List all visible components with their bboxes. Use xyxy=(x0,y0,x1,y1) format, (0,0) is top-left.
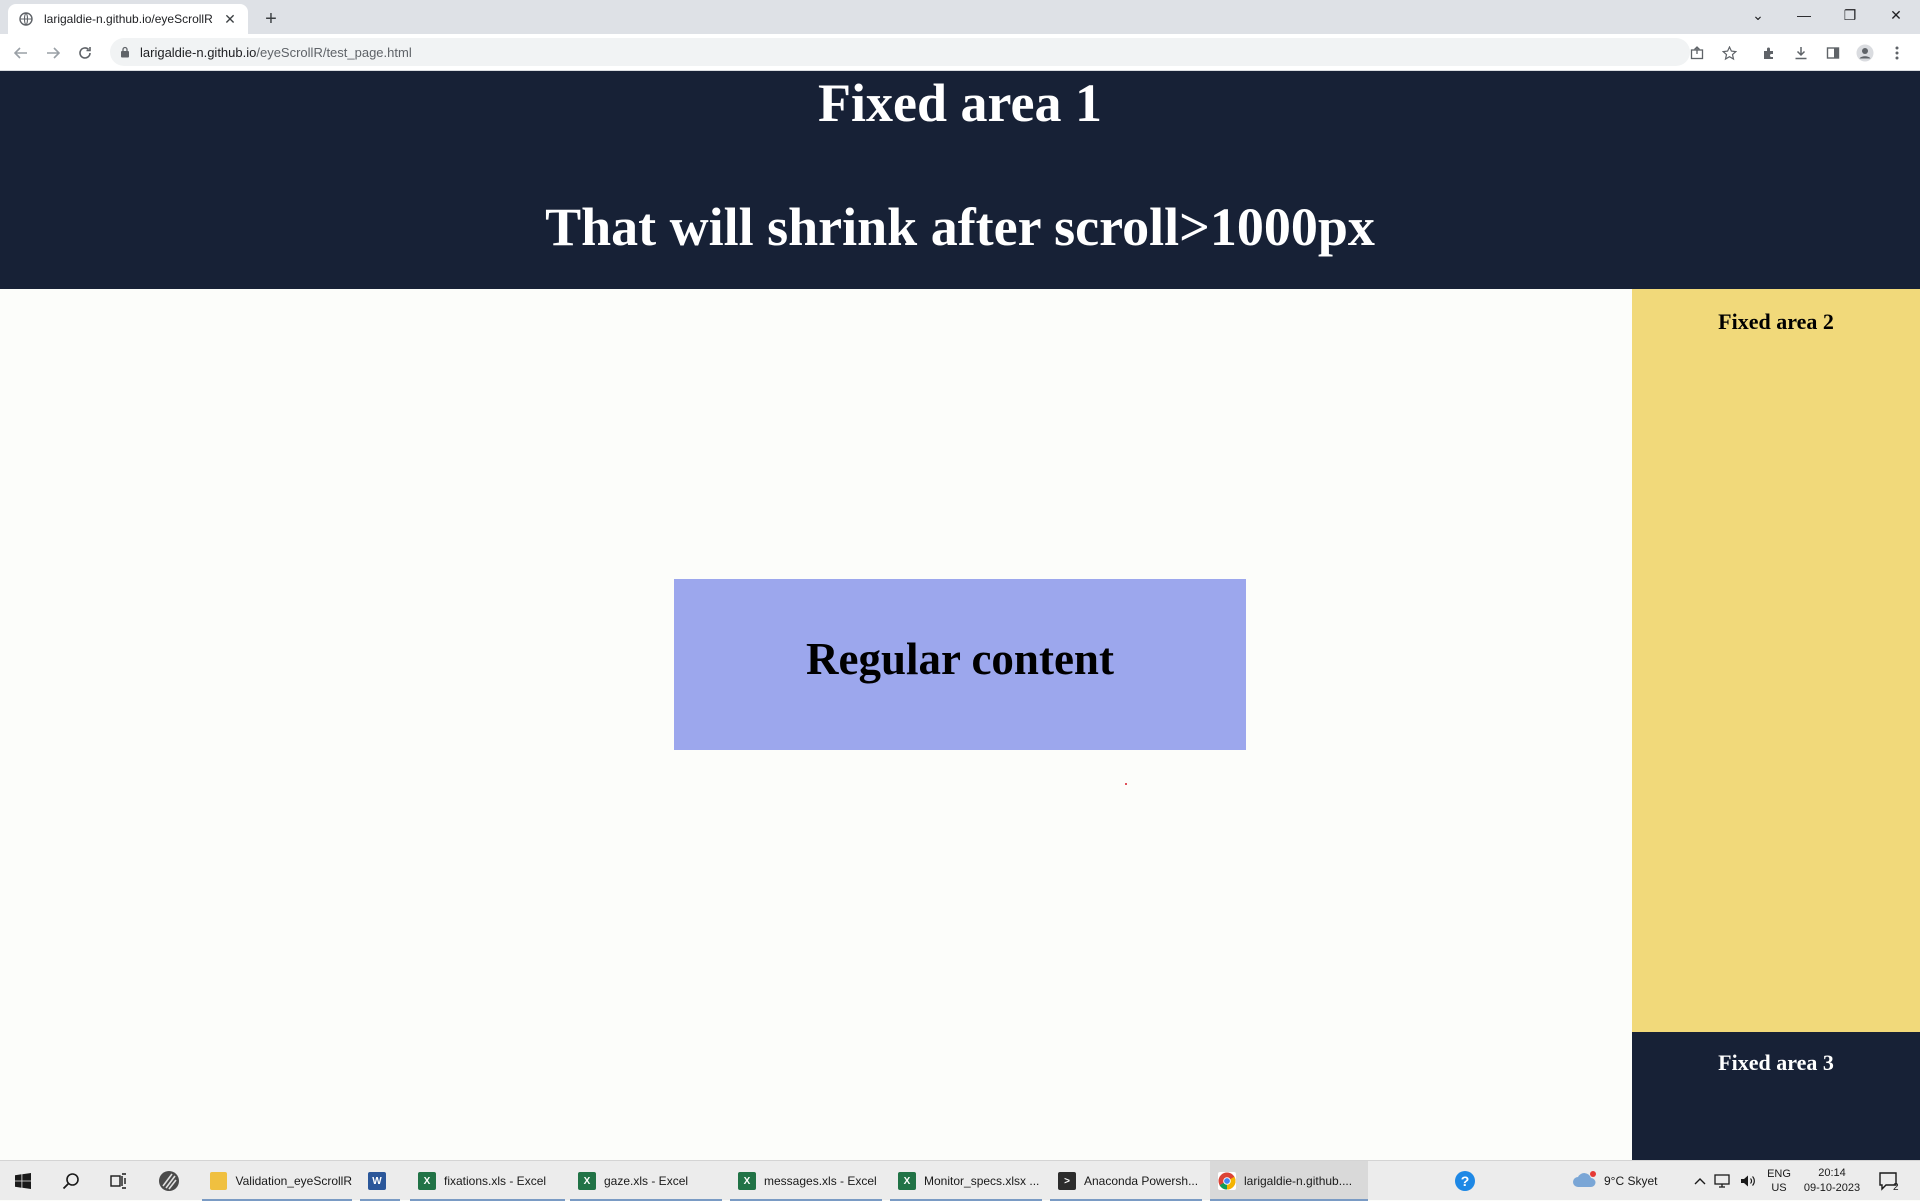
terminal-icon: > xyxy=(1058,1172,1076,1190)
weather-text: 9°C Skyet xyxy=(1604,1174,1658,1188)
language-text: ENG xyxy=(1767,1168,1791,1180)
notification-count: 2 xyxy=(1893,1182,1899,1191)
url-host: larigaldie-n.github.io xyxy=(140,44,257,60)
reload-button[interactable] xyxy=(72,40,98,66)
windows-taskbar: Validation_eyeScrollR W X fixations.xls … xyxy=(0,1160,1920,1201)
chevron-up-icon[interactable] xyxy=(1694,1161,1706,1201)
taskbar-app-chrome[interactable]: larigaldie-n.github.... xyxy=(1210,1161,1368,1201)
clock-time: 20:14 xyxy=(1818,1167,1846,1179)
help-icon[interactable]: ? xyxy=(1442,1161,1488,1201)
notifications-icon[interactable]: 2 xyxy=(1878,1161,1900,1201)
download-icon[interactable] xyxy=(1788,40,1814,66)
browser-toolbar: larigaldie-n.github.io/eyeScrollR/test_p… xyxy=(0,34,1920,71)
tab-search-icon[interactable]: ⌄ xyxy=(1735,0,1781,30)
back-button[interactable] xyxy=(8,40,34,66)
volume-icon[interactable] xyxy=(1740,1161,1756,1201)
chrome-icon xyxy=(1218,1172,1236,1190)
taskbar-app-label: messages.xls - Excel xyxy=(764,1174,877,1188)
taskbar-app-word[interactable]: W xyxy=(360,1161,400,1201)
address-bar[interactable]: larigaldie-n.github.io/eyeScrollR/test_p… xyxy=(110,38,1690,66)
clock[interactable]: 20:14 09-10-2023 xyxy=(1800,1161,1864,1201)
menu-kebab-icon[interactable] xyxy=(1884,40,1910,66)
share-icon[interactable] xyxy=(1684,40,1710,66)
restore-button[interactable]: ❐ xyxy=(1827,0,1873,30)
tab-title: larigaldie-n.github.io/eyeScrollR xyxy=(44,12,213,26)
region-text: US xyxy=(1771,1182,1787,1194)
search-icon[interactable] xyxy=(48,1161,94,1201)
fixed-area-2: Fixed area 2 xyxy=(1632,289,1920,1032)
web-page: Fixed area 1 That will shrink after scro… xyxy=(0,71,1920,1160)
taskbar-app-label: Validation_eyeScrollR xyxy=(235,1174,352,1188)
taskbar-app-explorer[interactable]: Validation_eyeScrollR xyxy=(202,1161,352,1201)
taskbar-app-excel-fixations[interactable]: X fixations.xls - Excel xyxy=(410,1161,565,1201)
fixed-area-1-subtitle: That will shrink after scroll>1000px xyxy=(545,197,1375,257)
fixed-area-3: Fixed area 3 xyxy=(1632,1032,1920,1160)
task-view-icon[interactable] xyxy=(96,1161,142,1201)
taskbar-app-label: Monitor_specs.xlsx ... xyxy=(924,1174,1040,1188)
tab-strip: larigaldie-n.github.io/eyeScrollR ✕ + ⌄ … xyxy=(0,0,1920,34)
fixed-area-1-title: Fixed area 1 xyxy=(818,73,1102,133)
taskbar-app-label: gaze.xls - Excel xyxy=(604,1174,689,1188)
close-window-button[interactable]: ✕ xyxy=(1873,0,1919,30)
lock-icon xyxy=(120,45,132,59)
regular-content-label: Regular content xyxy=(806,634,1114,684)
taskbar-app-label: larigaldie-n.github.... xyxy=(1244,1174,1353,1188)
extensions-icon[interactable] xyxy=(1756,40,1782,66)
excel-icon: X xyxy=(738,1172,756,1190)
taskbar-app-excel-monitor-specs[interactable]: X Monitor_specs.xlsx ... xyxy=(890,1161,1042,1201)
bookmark-star-icon[interactable] xyxy=(1716,40,1742,66)
profile-avatar-icon[interactable] xyxy=(1852,40,1878,66)
folder-icon xyxy=(210,1172,228,1190)
forward-button[interactable] xyxy=(40,40,66,66)
taskbar-app-anaconda[interactable]: > Anaconda Powersh... xyxy=(1050,1161,1202,1201)
language-indicator[interactable]: ENG US xyxy=(1764,1161,1794,1201)
close-icon[interactable]: ✕ xyxy=(222,11,238,27)
taskbar-app-label: Anaconda Powersh... xyxy=(1084,1174,1199,1188)
minimize-button[interactable]: — xyxy=(1781,0,1827,30)
taskbar-app-excel-messages[interactable]: X messages.xls - Excel xyxy=(730,1161,882,1201)
taskbar-app-label: fixations.xls - Excel xyxy=(444,1174,547,1188)
weather-cloud-icon xyxy=(1572,1170,1598,1192)
network-icon[interactable] xyxy=(1714,1161,1730,1201)
word-icon: W xyxy=(368,1172,386,1190)
gaze-dot xyxy=(1125,783,1127,785)
globe-icon xyxy=(18,11,34,27)
excel-icon: X xyxy=(898,1172,916,1190)
excel-icon: X xyxy=(578,1172,596,1190)
excel-icon: X xyxy=(418,1172,436,1190)
windows-start-icon[interactable] xyxy=(0,1161,46,1201)
url-path: /eyeScrollR/test_page.html xyxy=(256,44,412,60)
side-panel-icon[interactable] xyxy=(1820,40,1846,66)
taskbar-app-excel-gaze[interactable]: X gaze.xls - Excel xyxy=(570,1161,722,1201)
new-tab-button[interactable]: + xyxy=(258,6,284,32)
fixed-area-3-label: Fixed area 3 xyxy=(1718,1050,1834,1075)
browser-tab[interactable]: larigaldie-n.github.io/eyeScrollR ✕ xyxy=(8,4,248,34)
regular-content-box: Regular content xyxy=(674,579,1246,750)
weather-widget[interactable]: 9°C Skyet xyxy=(1572,1161,1657,1201)
fixed-area-1: Fixed area 1 That will shrink after scro… xyxy=(0,71,1920,289)
pinned-app-icon[interactable] xyxy=(146,1161,192,1201)
clock-date: 09-10-2023 xyxy=(1803,1182,1861,1194)
fixed-area-2-label: Fixed area 2 xyxy=(1718,309,1834,334)
svg-text:?: ? xyxy=(1461,1173,1470,1189)
